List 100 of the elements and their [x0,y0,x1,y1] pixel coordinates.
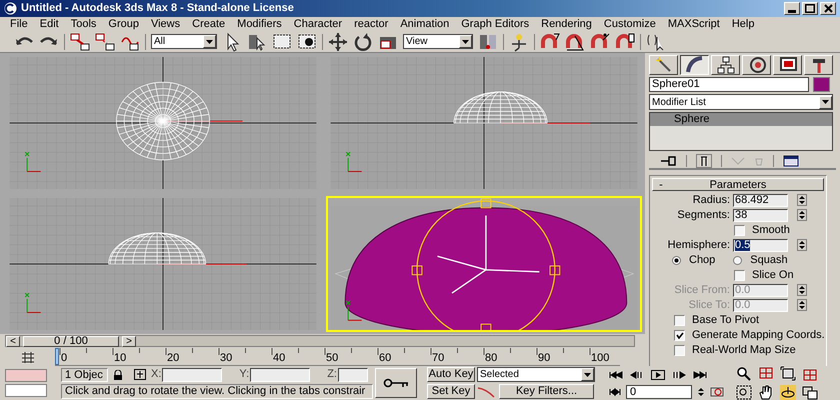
pan-hand-icon[interactable] [758,385,774,400]
menu-item[interactable]: Tools [70,16,96,32]
time-configuration-icon[interactable] [710,386,724,396]
radio-button[interactable] [733,256,742,265]
key-filters-button[interactable]: Key Filters... [499,384,594,399]
rollout-title[interactable]: Parameters [669,178,823,191]
lock-icon[interactable] [113,370,123,380]
unlink-icon[interactable] [95,32,115,52]
checkbox[interactable] [734,224,745,236]
spinner-arrows-icon[interactable] [697,386,705,398]
object-name-field[interactable]: Sphere01 [649,77,809,92]
spinner-arrows-icon[interactable] [797,239,807,252]
checkbox-label[interactable]: Slice On [752,267,794,284]
checkbox[interactable] [674,314,685,326]
previous-frame-button[interactable]: < [6,336,20,346]
ruler-label: 90 [538,353,550,364]
menu-item[interactable]: Character [294,16,342,32]
coordinate-field[interactable] [162,368,222,382]
checkbox-label[interactable]: Generate Mapping Coords. [692,327,825,344]
app-logo-icon [4,2,17,15]
move-icon[interactable] [328,32,348,52]
configure-sets-icon[interactable] [783,154,799,167]
radio-label[interactable]: Chop [689,252,716,269]
rotate-icon[interactable] [353,32,373,52]
zoom-icon[interactable] [736,366,752,381]
coordinate-field[interactable] [250,368,310,382]
zoom-all-icon[interactable] [758,366,774,381]
menu-item[interactable]: File [10,16,28,32]
menu-item[interactable]: reactor [354,16,388,32]
maximize-icon [805,4,815,13]
spinner-arrows-icon[interactable] [797,194,807,206]
show-end-result-icon[interactable] [696,154,712,168]
spinner-field[interactable]: 38 [733,208,788,222]
checkbox[interactable] [734,270,745,281]
checkbox-label[interactable]: Base To Pivot [692,312,760,329]
current-frame-field[interactable]: 0 [626,384,692,398]
panel-tab[interactable] [680,55,709,75]
set-key-mode-button[interactable] [375,368,417,398]
menu-item[interactable]: Animation [400,16,450,32]
menu-item[interactable]: Edit [40,16,59,32]
modifier-stack-item[interactable]: Sphere [650,113,832,126]
orbit-icon[interactable] [780,385,796,400]
radio-label[interactable]: Squash [750,252,788,269]
zoom-extents-icon[interactable] [780,366,796,381]
selection-filter-dropdown[interactable]: All [151,34,217,50]
menu-item[interactable]: Group [108,16,139,32]
spinner-arrows-icon[interactable] [797,299,807,312]
play-icon[interactable] [651,370,665,380]
pin-stack-icon[interactable] [661,156,677,166]
axis-tripod-icon [345,300,362,320]
modifier-list-dropdown[interactable]: Modifier List [649,94,833,110]
set-key-button[interactable]: Set Key [427,384,475,399]
menu-item[interactable]: Create [192,16,226,32]
angle-snap-icon[interactable] [565,32,585,52]
maximize-viewport-icon[interactable] [802,385,818,400]
track-bar-toggle-icon[interactable] [20,352,34,362]
manipulate-icon[interactable] [509,32,529,52]
previous-frame-icon[interactable] [630,370,644,380]
display-monitor-icon [778,56,796,74]
object-color-swatch[interactable] [813,77,830,92]
coordinate-system-dropdown[interactable]: View [403,34,473,50]
next-frame-button[interactable]: > [122,336,136,346]
menu-item[interactable]: MAXScript [668,16,720,32]
go-to-end-icon[interactable] [693,370,707,380]
region-zoom-icon[interactable] [736,385,752,400]
checkbox[interactable] [674,344,685,356]
coordinate-field[interactable] [338,368,368,382]
checkbox-label[interactable]: Real-World Map Size [692,342,796,359]
time-slider-thumb[interactable]: 0 / 100 [23,336,119,346]
ruler-label: 70 [432,353,444,364]
checkbox[interactable] [674,330,685,341]
spinner-field[interactable]: 0.5 [733,238,788,252]
track-bar-ruler[interactable]: 0 10 20 30 40 50 60 70 80 90 100 [55,348,620,366]
maximize-button[interactable] [802,2,818,15]
spinner-field[interactable]: 68.492 [733,194,788,207]
menu-item[interactable]: Rendering [541,16,592,32]
menu-item[interactable]: Help [732,16,754,32]
spinner-arrows-icon[interactable] [797,284,807,296]
menu-item[interactable]: Modifiers [237,16,282,32]
go-to-start-icon[interactable] [609,370,623,380]
next-frame-icon[interactable] [672,370,686,380]
viewport[interactable] [326,196,642,332]
spinner-arrows-icon[interactable] [797,209,807,222]
minimize-button[interactable] [784,2,800,15]
color-swatch [5,384,47,397]
checkbox-label[interactable]: Smooth [752,222,790,239]
menu-item[interactable]: Graph Editors [461,16,530,32]
absolute-mode-icon[interactable] [134,369,146,380]
ruler-label: 100 [591,353,610,364]
menu-item[interactable]: Views [150,16,180,32]
collapse-toggle[interactable]: - [653,178,669,191]
close-button[interactable] [820,2,836,15]
auto-key-button[interactable]: Auto Key [427,367,475,382]
hierarchy-icon [716,56,734,74]
key-mode-dropdown[interactable]: Selected [477,367,595,382]
radio-button[interactable] [672,256,681,265]
link-icon[interactable] [70,32,90,52]
key-tangent-curve-icon[interactable] [477,386,495,398]
menu-item[interactable]: Customize [604,16,656,32]
key-mode-toggle-icon[interactable] [609,386,621,396]
